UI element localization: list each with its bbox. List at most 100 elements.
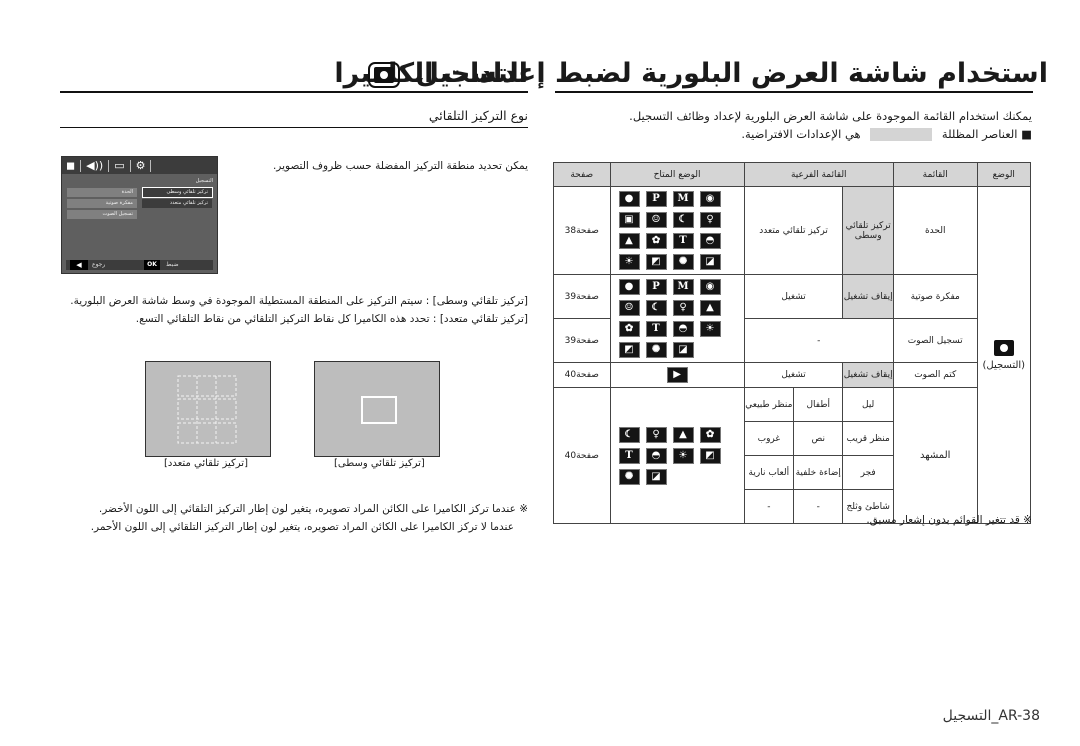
- m-mode-icon: M: [672, 279, 694, 295]
- lcd-tab-bar: ◼ ◀)) ▭ ⚙: [62, 157, 217, 174]
- header-mode: الوضع: [976, 162, 1032, 187]
- legend-prefix: ■ العناصر المظللة: [941, 127, 1032, 141]
- dawn-mode-icon: ☀: [618, 254, 640, 270]
- m-mode-icon: M: [672, 191, 694, 207]
- header-page: صفحة: [553, 162, 611, 187]
- scene-cell: فجر: [842, 455, 894, 490]
- available-modes: ● P M ◉ ▣ ☺ ☾ ♀ ▲ ✿ T ◓ ☀ ◩ ✺ ◪: [609, 186, 745, 275]
- camera-tab-icon: ◼: [66, 159, 76, 172]
- available-modes: ● P M ◉ ☺ ☾ ♀ ▲ ✿ T ◓ ☀ ◩ ✺ ◪: [609, 274, 745, 363]
- mode-cell: (التسجيل): [976, 186, 1032, 524]
- definition-text: : تحدد هذه الكاميرا كل نقاط التركيز التل…: [135, 313, 437, 325]
- menu-cell: كتم الصوت: [892, 362, 978, 388]
- footnote: ※ قد تتغير القوائم بدون إشعار مسبق.: [866, 514, 1032, 526]
- intro-text: يمكنك استخدام القائمة الموجودة على شاشة …: [629, 109, 1032, 123]
- settings-tab-icon: ⚙: [135, 159, 146, 172]
- lcd-menu-screen: ◼ ◀)) ▭ ⚙ التسجيل الحدة مفكرة صوتية تسجي…: [61, 156, 218, 274]
- kids-mode-icon: ♀: [699, 212, 721, 228]
- beach-mode-icon: ◪: [672, 342, 694, 358]
- table-row: المشهد ليل أطفال منظر طبيعي ☾ ♀ ▲ ✿ T ◓ ☀ ◩ ✺ ◪ ص…: [553, 387, 1031, 524]
- scene-cell: غروب: [743, 421, 795, 456]
- submenu-option: -: [743, 318, 894, 363]
- beach-mode-icon: ◪: [645, 468, 667, 485]
- header-submenu: القائمة الفرعية: [743, 162, 894, 187]
- backlight-mode-icon: ◩: [645, 254, 667, 270]
- firework-mode-icon: ✺: [618, 468, 640, 485]
- night-mode-icon: ☾: [618, 426, 640, 443]
- text-mode-icon: T: [672, 233, 694, 249]
- subsection-underline: [60, 127, 528, 128]
- beach-mode-icon: ◪: [699, 254, 721, 270]
- lcd-back-label: رجوع: [92, 261, 106, 268]
- center-af-illustration: [314, 361, 440, 457]
- page-footer: AR-38_التسجيل: [942, 708, 1040, 724]
- lcd-set-label: ضبط: [166, 261, 179, 268]
- portrait-mode-icon: ☺: [618, 300, 640, 316]
- table-row: مفكرة صوتية إيقاف تشغيل تشغيل ● P M ◉ ☺ ☾ ♀ ▲ ✿ T…: [553, 274, 1031, 363]
- menu-cell: الحدة: [892, 186, 978, 275]
- portrait-mode-icon: ☺: [645, 212, 667, 228]
- dis-mode-icon: ◉: [699, 191, 721, 207]
- page-cell: صفحة40: [553, 362, 611, 388]
- note-red: عندما لا تركز الكاميرا على الكائن المراد…: [90, 521, 514, 533]
- lcd-submenu-item: تركيز تلقائي متعدد: [142, 199, 212, 208]
- lcd-menu-item: مفكرة صوتية: [67, 199, 137, 208]
- camera-icon: [368, 61, 401, 88]
- movie-fix-mode-icon: ▣: [618, 212, 640, 228]
- night-mode-icon: ☾: [645, 300, 667, 316]
- program-mode-icon: P: [645, 191, 667, 207]
- sunset-mode-icon: ◓: [699, 233, 721, 249]
- menu-cell: تسجيل الصوت: [892, 318, 978, 363]
- section-title-text: التسجيل: [415, 58, 529, 89]
- scene-cell: إضاءة خلفية: [793, 455, 844, 490]
- landscape-mode-icon: ▲: [618, 233, 640, 249]
- landscape-mode-icon: ▲: [672, 426, 694, 443]
- page-cell: صفحة40: [553, 387, 611, 524]
- submenu-default: تركيز تلقائي وسطى: [842, 186, 894, 275]
- scene-cell: ألعاب نارية: [743, 455, 795, 490]
- firework-mode-icon: ✺: [672, 254, 694, 270]
- scene-cell: منظر قريب: [842, 421, 894, 456]
- center-af-box: [361, 396, 397, 424]
- scene-cell: ليل: [842, 387, 894, 422]
- section-title: التسجيل: [368, 58, 529, 89]
- dis-mode-icon: ◉: [699, 279, 721, 295]
- menu-table: الوضع القائمة القائمة الفرعية الوضع المت…: [553, 162, 1032, 524]
- definition-label: [تركيز تلقائي متعدد]: [439, 313, 528, 325]
- definition-text: : سيتم التركيز على المنطقة المستطيلة الم…: [70, 295, 430, 307]
- landscape-mode-icon: ▲: [699, 300, 721, 316]
- dawn-mode-icon: ☀: [699, 321, 721, 337]
- submenu-option: تشغيل: [743, 274, 844, 319]
- subsection-title: نوع التركيز التلقائي: [428, 108, 528, 123]
- program-mode-icon: P: [645, 279, 667, 295]
- page-cell: صفحة39: [553, 318, 611, 363]
- scene-cell: منظر طبيعي: [743, 387, 795, 422]
- menu-cell: مفكرة صوتية: [892, 274, 978, 319]
- lcd-header: التسجيل: [195, 178, 213, 184]
- definition-center: [تركيز تلقائي وسطى] : سيتم التركيز على ا…: [70, 295, 528, 307]
- closeup-mode-icon: ✿: [699, 426, 721, 443]
- available-modes: ▶: [609, 362, 745, 388]
- scene-cell: أطفال: [793, 387, 844, 422]
- caption-multi: [تركيز تلقائي متعدد]: [164, 458, 248, 469]
- table-row: (التسجيل) الحدة تركيز تلقائي وسطى تركيز …: [553, 186, 1032, 524]
- available-modes: ☾ ♀ ▲ ✿ T ◓ ☀ ◩ ✺ ◪: [609, 387, 745, 524]
- scene-cell: -: [743, 489, 795, 524]
- focus-intro: يمكن تحديد منطقة التركيز المفضلة حسب ظرو…: [272, 160, 528, 172]
- table-row: كتم الصوت إيقاف تشغيل تشغيل ▶ صفحة40: [553, 362, 1031, 388]
- scene-cell: -: [793, 489, 844, 524]
- camera-icon: [993, 340, 1014, 356]
- menu-cell: المشهد: [892, 387, 978, 524]
- scene-cell: نص: [793, 421, 844, 456]
- kids-mode-icon: ♀: [645, 426, 667, 443]
- submenu-option: تركيز تلقائي متعدد: [743, 186, 844, 275]
- lcd-menu-item: تسجيل الصوت: [67, 210, 137, 219]
- legend-suffix: هي الإعدادات الافتراضية.: [741, 127, 861, 141]
- header-menu: القائمة: [892, 162, 978, 187]
- definition-multi: [تركيز تلقائي متعدد] : تحدد هذه الكاميرا…: [136, 313, 528, 325]
- multi-af-grid: [177, 375, 237, 444]
- page-cell: صفحة38: [553, 186, 611, 275]
- text-mode-icon: T: [645, 321, 667, 337]
- mode-label: (التسجيل): [982, 360, 1026, 371]
- sound-tab-icon: ◀)): [86, 159, 104, 172]
